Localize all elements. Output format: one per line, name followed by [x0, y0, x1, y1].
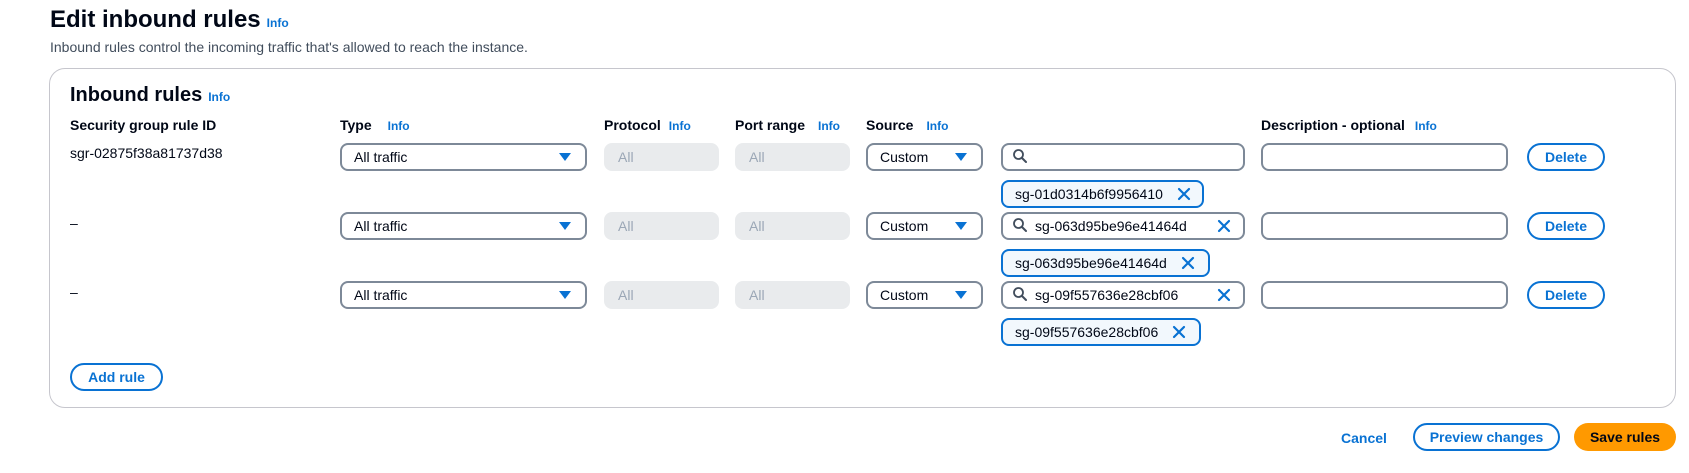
source-token: sg-01d0314b6f9956410 — [1001, 180, 1204, 208]
search-icon — [1013, 286, 1027, 304]
protocol-info-link[interactable]: Info — [669, 119, 691, 133]
type-select[interactable]: All traffic — [340, 212, 587, 240]
caret-down-icon — [955, 291, 967, 299]
caret-down-icon — [559, 153, 571, 161]
caret-down-icon — [955, 153, 967, 161]
clear-search-icon[interactable] — [1217, 219, 1231, 233]
description-info-link[interactable]: Info — [1415, 119, 1437, 133]
port-range-info-link[interactable]: Info — [818, 119, 840, 133]
save-rules-button[interactable]: Save rules — [1574, 423, 1676, 451]
cancel-button[interactable]: Cancel — [1341, 430, 1387, 446]
delete-button[interactable]: Delete — [1527, 281, 1605, 309]
type-select[interactable]: All traffic — [340, 281, 587, 309]
column-header-source: Source Info — [866, 117, 948, 133]
protocol-field: All — [604, 143, 719, 171]
caret-down-icon — [559, 291, 571, 299]
panel-title-info-link[interactable]: Info — [208, 90, 230, 104]
column-header-type-label: Type — [340, 117, 372, 133]
rule-id: sgr-02875f38a81737d38 — [70, 145, 223, 161]
type-select-value: All traffic — [354, 218, 408, 234]
column-header-protocol-label: Protocol — [604, 117, 661, 133]
source-token: sg-063d95be96e41464d — [1001, 249, 1210, 277]
column-header-port-range: Port range Info — [735, 117, 840, 133]
source-token: sg-09f557636e28cbf06 — [1001, 318, 1201, 346]
type-select[interactable]: All traffic — [340, 143, 587, 171]
search-icon — [1013, 217, 1027, 235]
preview-changes-button[interactable]: Preview changes — [1413, 423, 1560, 451]
description-input[interactable] — [1261, 212, 1508, 240]
column-header-rule-id: Security group rule ID — [70, 117, 217, 133]
type-select-value: All traffic — [354, 287, 408, 303]
dismiss-icon[interactable] — [1172, 325, 1186, 339]
port-range-field: All — [735, 281, 850, 309]
page-title: Edit inbound rules Info — [50, 6, 289, 34]
page-title-info-link[interactable]: Info — [267, 16, 289, 30]
search-icon — [1013, 148, 1027, 166]
rule-id: – — [70, 215, 78, 231]
port-range-field: All — [735, 143, 850, 171]
token-label: sg-09f557636e28cbf06 — [1015, 324, 1159, 340]
delete-button[interactable]: Delete — [1527, 212, 1605, 240]
type-select-value: All traffic — [354, 149, 408, 165]
dismiss-icon[interactable] — [1177, 187, 1191, 201]
source-search-value: sg-09f557636e28cbf06 — [1035, 287, 1179, 303]
source-info-link[interactable]: Info — [926, 119, 948, 133]
column-header-port-range-label: Port range — [735, 117, 806, 133]
add-rule-button[interactable]: Add rule — [70, 363, 163, 391]
caret-down-icon — [955, 222, 967, 230]
description-input[interactable] — [1261, 281, 1508, 309]
source-select-value: Custom — [880, 287, 929, 303]
source-search-input[interactable]: sg-063d95be96e41464d — [1001, 212, 1245, 240]
source-search-value: sg-063d95be96e41464d — [1035, 218, 1187, 234]
source-search-input[interactable] — [1001, 143, 1245, 171]
caret-down-icon — [559, 222, 571, 230]
column-header-description: Description - optional Info — [1261, 117, 1437, 133]
panel-title-text: Inbound rules — [70, 84, 203, 106]
column-header-source-label: Source — [866, 117, 914, 133]
protocol-field: All — [604, 212, 719, 240]
delete-button[interactable]: Delete — [1527, 143, 1605, 171]
panel-title: Inbound rules Info — [70, 84, 230, 107]
port-range-field: All — [735, 212, 850, 240]
column-header-type: Type Info — [340, 117, 410, 133]
page-description: Inbound rules control the incoming traff… — [50, 39, 528, 55]
source-select-value: Custom — [880, 218, 929, 234]
source-select[interactable]: Custom — [866, 143, 983, 171]
protocol-field: All — [604, 281, 719, 309]
column-header-protocol: Protocol Info — [604, 117, 691, 133]
dismiss-icon[interactable] — [1181, 256, 1195, 270]
column-header-description-label: Description - optional — [1261, 117, 1405, 133]
source-select-value: Custom — [880, 149, 929, 165]
token-label: sg-063d95be96e41464d — [1015, 255, 1167, 271]
token-label: sg-01d0314b6f9956410 — [1015, 186, 1163, 202]
description-input[interactable] — [1261, 143, 1508, 171]
type-info-link[interactable]: Info — [388, 119, 410, 133]
source-select[interactable]: Custom — [866, 281, 983, 309]
page-title-text: Edit inbound rules — [50, 6, 261, 33]
source-search-input[interactable]: sg-09f557636e28cbf06 — [1001, 281, 1245, 309]
clear-search-icon[interactable] — [1217, 288, 1231, 302]
source-select[interactable]: Custom — [866, 212, 983, 240]
rule-id: – — [70, 284, 78, 300]
